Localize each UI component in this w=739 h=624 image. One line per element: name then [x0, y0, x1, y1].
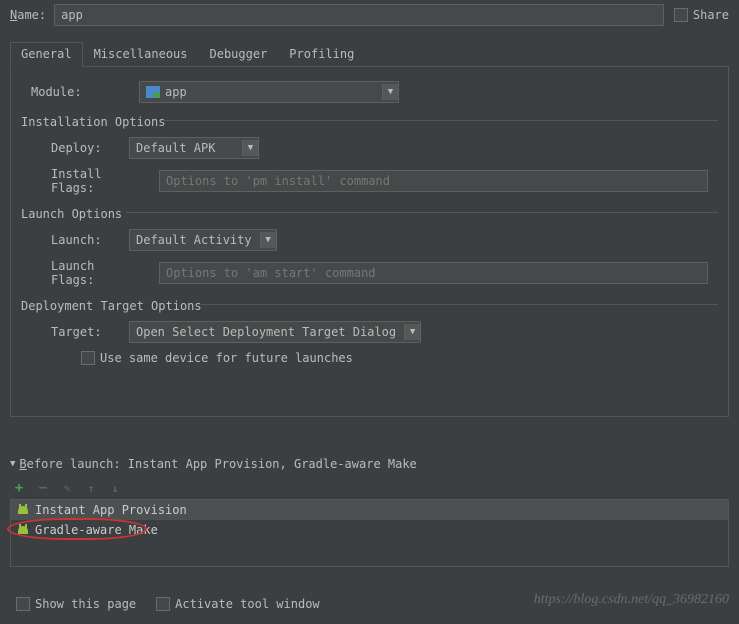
checkbox-box-icon: [81, 351, 95, 365]
tab-bar: General Miscellaneous Debugger Profiling: [10, 42, 729, 67]
installation-options-title: Installation Options: [11, 107, 728, 133]
chevron-down-icon: ▼: [260, 232, 276, 248]
show-this-page-checkbox[interactable]: Show this page: [16, 597, 136, 611]
module-select[interactable]: app ▼: [139, 81, 399, 103]
move-up-button[interactable]: ↑: [84, 481, 98, 495]
name-label: Name:: [10, 8, 46, 22]
collapse-triangle-icon[interactable]: ▼: [10, 459, 15, 469]
share-label: Share: [693, 8, 729, 22]
show-this-page-label: Show this page: [35, 597, 136, 611]
before-launch-toolbar: + − ✎ ↑ ↓: [10, 477, 729, 499]
edit-button[interactable]: ✎: [60, 481, 74, 495]
activate-tool-window-checkbox[interactable]: Activate tool window: [156, 597, 320, 611]
share-checkbox[interactable]: Share: [674, 8, 729, 22]
launch-flags-label: Launch Flags:: [51, 259, 141, 287]
before-launch-task-list: Instant App Provision Gradle-aware Make: [10, 499, 729, 567]
android-icon: [17, 524, 29, 536]
same-device-checkbox[interactable]: Use same device for future launches: [81, 351, 353, 365]
checkbox-box-icon: [674, 8, 688, 22]
target-select[interactable]: Open Select Deployment Target Dialog ▼: [129, 321, 421, 343]
chevron-down-icon: ▼: [404, 324, 420, 340]
deployment-target-title: Deployment Target Options: [11, 291, 728, 317]
tab-content-general: Module: app ▼ Installation Options Deplo…: [10, 67, 729, 417]
before-launch-title: Before launch: Instant App Provision, Gr…: [19, 457, 416, 471]
task-item-instant-app[interactable]: Instant App Provision: [11, 500, 728, 520]
module-icon: [146, 86, 160, 98]
launch-select[interactable]: Default Activity ▼: [129, 229, 277, 251]
chevron-down-icon: ▼: [242, 140, 258, 156]
checkbox-box-icon: [156, 597, 170, 611]
launch-options-title: Launch Options: [11, 199, 728, 225]
add-button[interactable]: +: [12, 481, 26, 495]
checkbox-box-icon: [16, 597, 30, 611]
chevron-down-icon: ▼: [382, 84, 398, 100]
install-flags-label: Install Flags:: [51, 167, 141, 195]
tab-general[interactable]: General: [10, 42, 83, 67]
same-device-label: Use same device for future launches: [100, 351, 353, 365]
deploy-select[interactable]: Default APK ▼: [129, 137, 259, 159]
launch-label: Launch:: [51, 233, 111, 247]
watermark: https://blog.csdn.net/qq_36982160: [534, 592, 729, 608]
tab-debugger[interactable]: Debugger: [199, 42, 279, 66]
move-down-button[interactable]: ↓: [108, 481, 122, 495]
activate-tool-window-label: Activate tool window: [175, 597, 320, 611]
android-icon: [17, 504, 29, 516]
remove-button[interactable]: −: [36, 481, 50, 495]
tab-miscellaneous[interactable]: Miscellaneous: [83, 42, 199, 66]
install-flags-input[interactable]: [159, 170, 708, 192]
deploy-label: Deploy:: [51, 141, 111, 155]
target-label: Target:: [51, 325, 111, 339]
tab-profiling[interactable]: Profiling: [278, 42, 365, 66]
before-launch-section: ▼ Before launch: Instant App Provision, …: [10, 457, 729, 567]
launch-flags-input[interactable]: [159, 262, 708, 284]
name-input[interactable]: [54, 4, 664, 26]
module-label: Module:: [31, 85, 121, 99]
task-item-gradle-make[interactable]: Gradle-aware Make: [11, 520, 728, 540]
